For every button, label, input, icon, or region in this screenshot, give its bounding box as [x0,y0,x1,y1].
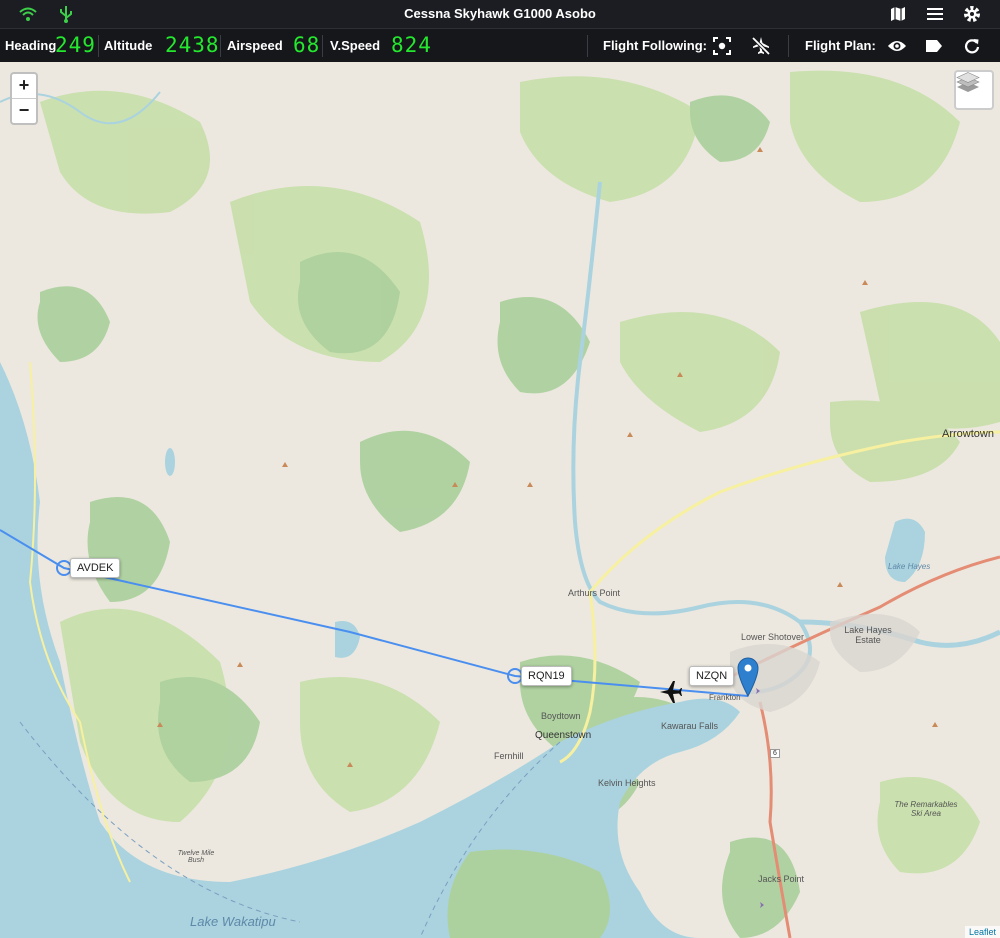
place-lower-shotover: Lower Shotover [741,632,805,642]
zoom-out-button[interactable]: − [12,98,36,123]
map-view[interactable]: + − AVDEK RQN19 NZQN Arrowtown Arthurs P… [0,62,1000,938]
map-attribution-link[interactable]: Leaflet [964,926,1000,938]
refresh-icon[interactable] [961,35,983,57]
divider [788,35,789,57]
place-arrowtown: Arrowtown [942,428,994,440]
vspeed-label: V.Speed [330,38,381,53]
map-terrain [0,62,1000,938]
layers-button[interactable] [954,70,994,110]
road-number-badge: 6 [770,749,780,758]
status-bar: Heading 249 Altitude 2438 Airspeed 68 V.… [0,29,1000,62]
center-focus-icon[interactable] [711,35,733,57]
title-bar: Cessna Skyhawk G1000 Asobo [0,0,1000,29]
waypoint-label-avdek[interactable]: AVDEK [70,558,121,578]
heading-label: Heading [5,38,57,53]
layers-icon [956,72,980,92]
altitude-label: Altitude [104,38,153,53]
place-arthurs-point: Arthurs Point [568,588,621,598]
eye-icon[interactable] [886,35,908,57]
zoom-in-button[interactable]: + [12,74,36,98]
place-lake-hayes: Lake Hayes [888,562,931,571]
divider [322,35,323,57]
flight-plan-label: Flight Plan: [805,38,876,53]
place-remarkables: The Remarkables Ski Area [894,800,958,818]
app-title: Cessna Skyhawk G1000 Asobo [404,6,596,21]
waypoint-label-nzqn[interactable]: NZQN [689,666,735,686]
flight-following-label: Flight Following: [603,38,707,53]
place-lake-hayes-estate: Lake Hayes Estate [844,625,892,645]
place-frankton: Frankton [709,693,741,702]
waypoint-label-rqn19[interactable]: RQN19 [521,666,572,686]
place-boydtown: Boydtown [541,711,581,721]
map-icon[interactable] [888,4,908,24]
airplane-off-icon[interactable] [750,35,772,57]
zoom-control: + − [10,72,38,125]
airspeed-value: 68 [293,33,321,57]
heading-value: 249 [55,33,96,57]
place-kelvin-heights: Kelvin Heights [598,778,656,788]
label-icon[interactable] [923,35,945,57]
place-queenstown: Queenstown [535,730,592,741]
divider [98,35,99,57]
place-kawarau-falls: Kawarau Falls [661,721,719,731]
place-twelve-mile-bush: Twelve Mile Bush [177,850,215,864]
place-jacks-point: Jacks Point [758,874,805,884]
airspeed-label: Airspeed [227,38,283,53]
menu-icon[interactable] [925,4,945,24]
vspeed-value: 824 [391,33,432,57]
place-fernhill: Fernhill [494,751,524,761]
divider [220,35,221,57]
settings-icon[interactable] [962,4,982,24]
altitude-value: 2438 [165,33,220,57]
divider [587,35,588,57]
place-lake-wakatipu: Lake Wakatipu [190,914,276,929]
